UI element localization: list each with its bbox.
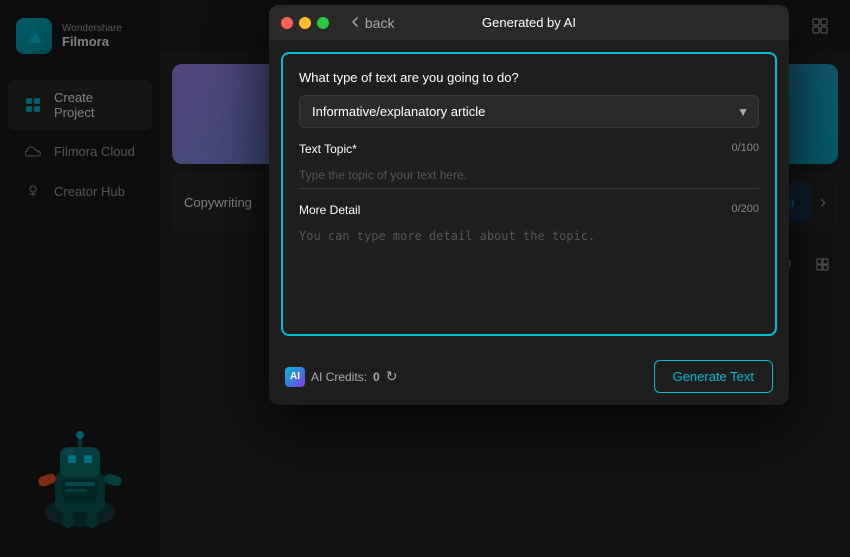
modal-title: Generated by AI (482, 15, 576, 30)
more-detail-field-header: More Detail 0/200 (299, 203, 759, 217)
modal-overlay: back Generated by AI What type of text a… (0, 0, 850, 557)
text-topic-label: Text Topic* (299, 142, 357, 156)
more-detail-count: 0/200 (731, 203, 759, 217)
maximize-traffic-light[interactable] (317, 17, 329, 29)
modal-titlebar: back Generated by AI (269, 5, 789, 40)
modal: back Generated by AI What type of text a… (269, 5, 789, 405)
text-topic-count: 0/100 (731, 142, 759, 156)
credits-value: 0 (373, 370, 380, 384)
back-button[interactable]: back (349, 15, 394, 31)
more-detail-textarea[interactable] (299, 223, 759, 313)
close-traffic-light[interactable] (281, 17, 293, 29)
refresh-credits-icon[interactable]: ↻ (386, 368, 398, 385)
minimize-traffic-light[interactable] (299, 17, 311, 29)
credits-label: AI Credits: (311, 370, 367, 384)
traffic-lights (281, 17, 329, 29)
text-type-select[interactable]: Informative/explanatory article Blog pos… (299, 95, 759, 128)
generate-text-button[interactable]: Generate Text (654, 360, 773, 393)
modal-footer: AI AI Credits: 0 ↻ Generate Text (269, 348, 789, 405)
text-topic-field-header: Text Topic* 0/100 (299, 142, 759, 156)
more-detail-label: More Detail (299, 203, 360, 217)
back-label: back (365, 15, 395, 31)
modal-question: What type of text are you going to do? (299, 70, 759, 85)
modal-body: What type of text are you going to do? I… (281, 52, 777, 336)
text-topic-input[interactable] (299, 162, 759, 189)
ai-credits-icon: AI (285, 367, 305, 387)
ai-credits-section: AI AI Credits: 0 ↻ (285, 367, 397, 387)
text-type-select-wrapper: Informative/explanatory article Blog pos… (299, 95, 759, 128)
